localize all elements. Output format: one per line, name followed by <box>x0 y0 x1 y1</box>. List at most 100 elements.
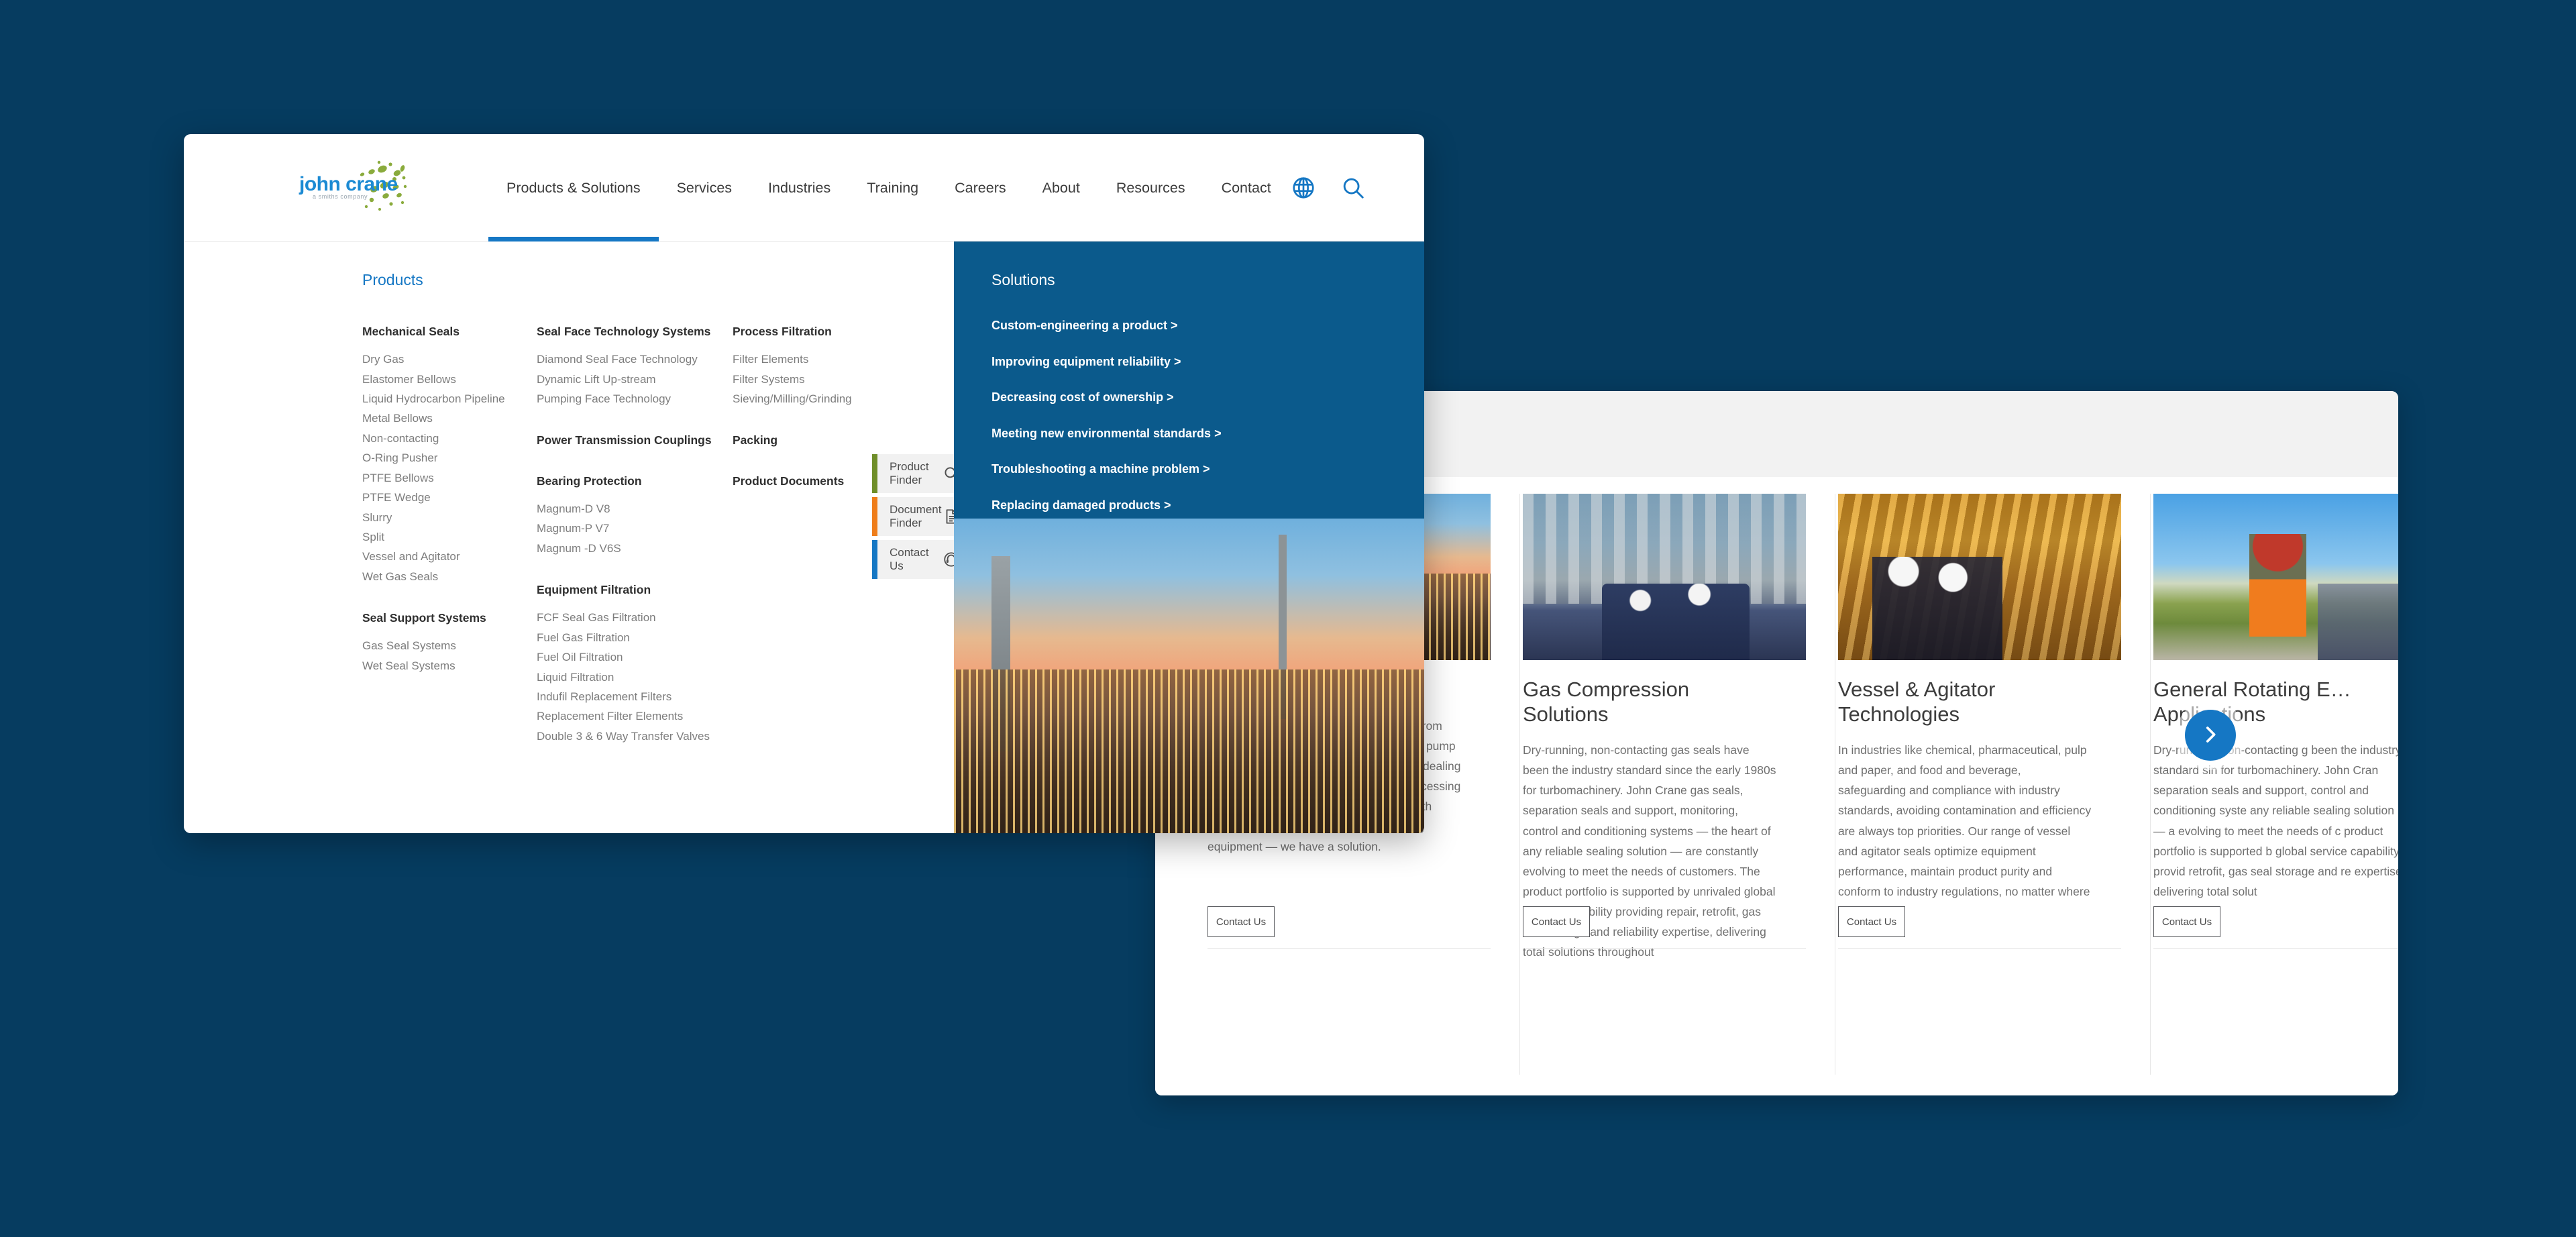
card-divider <box>1838 948 2121 949</box>
document-finder-label: Document Finder <box>890 503 943 530</box>
card-image <box>2153 494 2398 660</box>
nav-item-resources[interactable]: Resources <box>1098 134 1203 241</box>
product-finder-label: Product Finder <box>890 460 943 487</box>
product-link[interactable]: Elastomer Bellows <box>362 370 537 389</box>
nav-item-training[interactable]: Training <box>849 134 936 241</box>
site-header-card: john crane a smiths company Products & S… <box>184 134 1424 833</box>
product-link[interactable]: Dynamic Lift Up-stream <box>537 370 733 389</box>
nav-item-contact[interactable]: Contact <box>1203 134 1289 241</box>
card-title: Vessel & Agitator Technologies <box>1838 678 2092 727</box>
product-group: Process Filtration Filter Elements Filte… <box>733 323 867 409</box>
solution-card[interactable]: Gas Compression Solutions Dry-running, n… <box>1523 494 1835 1075</box>
product-link[interactable]: PTFE Wedge <box>362 488 537 507</box>
svg-text:john crane: john crane <box>299 173 398 195</box>
product-link[interactable]: Magnum -D V6S <box>537 539 733 558</box>
product-link[interactable]: Indufil Replacement Filters <box>537 687 733 706</box>
card-image <box>1523 494 1806 660</box>
products-section-label: Products <box>184 271 954 289</box>
card-description: Dry-running, non-contacting g been the i… <box>2153 740 2398 902</box>
site-header: john crane a smiths company Products & S… <box>184 134 1424 241</box>
flyout-products-pane: Products Mechanical Seals Dry Gas Elasto… <box>184 241 954 833</box>
product-group: Power Transmission Couplings <box>537 431 733 449</box>
product-group: Bearing Protection Magnum-D V8 Magnum-P … <box>537 472 733 558</box>
flyout-solutions-pane: Solutions Custom-engineering a product >… <box>954 241 1424 519</box>
product-link[interactable]: Fuel Gas Filtration <box>537 628 733 647</box>
product-group: Product Documents <box>733 472 867 490</box>
product-column: Process Filtration Filter Elements Filte… <box>733 323 867 769</box>
product-group: Equipment Filtration FCF Seal Gas Filtra… <box>537 581 733 746</box>
product-link[interactable]: Fuel Oil Filtration <box>537 647 733 667</box>
nav-item-about[interactable]: About <box>1024 134 1098 241</box>
nav-item-industries[interactable]: Industries <box>750 134 849 241</box>
product-link[interactable]: Filter Elements <box>733 349 867 369</box>
product-column: Mechanical Seals Dry Gas Elastomer Bello… <box>362 323 537 769</box>
chevron-right-icon <box>2199 723 2222 748</box>
product-link[interactable]: Pumping Face Technology <box>537 389 733 409</box>
product-link[interactable]: FCF Seal Gas Filtration <box>537 608 733 627</box>
product-link[interactable]: Double 3 & 6 Way Transfer Valves <box>537 727 733 746</box>
group-title: Equipment Filtration <box>537 581 733 598</box>
solution-link[interactable]: Replacing damaged products > <box>991 498 1424 513</box>
carousel-next-button[interactable] <box>2185 710 2236 761</box>
product-link[interactable]: Slurry <box>362 508 537 527</box>
solution-link[interactable]: Meeting new environmental standards > <box>991 427 1424 441</box>
product-link[interactable]: Diamond Seal Face Technology <box>537 349 733 369</box>
nav-item-products-solutions[interactable]: Products & Solutions <box>488 134 659 241</box>
product-link[interactable]: Metal Bellows <box>362 409 537 428</box>
group-title: Process Filtration <box>733 323 867 340</box>
header-icons <box>1289 174 1424 202</box>
product-group: Seal Support Systems Gas Seal Systems We… <box>362 609 537 676</box>
solution-card[interactable]: General Rotating E… Applications Dry-run… <box>2153 494 2398 1075</box>
group-title: Seal Support Systems <box>362 609 537 627</box>
product-group: Packing <box>733 431 867 449</box>
product-link[interactable]: PTFE Bellows <box>362 468 537 488</box>
card-divider <box>1523 948 1806 949</box>
product-link[interactable]: Magnum-D V8 <box>537 499 733 519</box>
main-nav: Products & Solutions Services Industries… <box>488 134 1289 241</box>
product-group: Seal Face Technology Systems Diamond Sea… <box>537 323 733 409</box>
nav-item-careers[interactable]: Careers <box>936 134 1024 241</box>
card-description: In industries like chemical, pharmaceuti… <box>1838 740 2092 922</box>
contact-us-button[interactable]: Contact Us <box>1523 906 1590 937</box>
globe-icon[interactable] <box>1289 174 1318 202</box>
product-link[interactable]: Liquid Filtration <box>537 667 733 687</box>
card-title: Gas Compression Solutions <box>1523 678 1776 727</box>
nav-item-services[interactable]: Services <box>659 134 750 241</box>
contact-us-button[interactable]: Contact Us <box>2153 906 2220 937</box>
product-link[interactable]: Wet Seal Systems <box>362 656 537 676</box>
group-title[interactable]: Packing <box>733 431 867 449</box>
solution-link[interactable]: Improving equipment reliability > <box>991 355 1424 370</box>
search-icon[interactable] <box>1339 174 1367 202</box>
product-link[interactable]: Wet Gas Seals <box>362 567 537 586</box>
solution-link[interactable]: Troubleshooting a machine problem > <box>991 462 1424 477</box>
product-link[interactable]: Non-contacting <box>362 429 537 448</box>
product-link[interactable]: Replacement Filter Elements <box>537 706 733 726</box>
product-link[interactable]: Vessel and Agitator <box>362 547 537 566</box>
solution-link[interactable]: Decreasing cost of ownership > <box>991 390 1424 405</box>
product-link[interactable]: Dry Gas <box>362 349 537 369</box>
product-group: Mechanical Seals Dry Gas Elastomer Bello… <box>362 323 537 586</box>
screen: s Solutions Pump Seals n-critical applic… <box>0 0 2576 1237</box>
product-link[interactable]: Filter Systems <box>733 370 867 389</box>
product-link[interactable]: Liquid Hydrocarbon Pipeline <box>362 389 537 409</box>
product-columns: Mechanical Seals Dry Gas Elastomer Bello… <box>184 323 954 769</box>
card-divider <box>2153 948 2398 949</box>
product-link[interactable]: O-Ring Pusher <box>362 448 537 468</box>
group-title: Mechanical Seals <box>362 323 537 340</box>
contact-us-button[interactable]: Contact Us <box>1838 906 1905 937</box>
solution-card[interactable]: Vessel & Agitator Technologies In indust… <box>1838 494 2151 1075</box>
product-link[interactable]: Gas Seal Systems <box>362 636 537 655</box>
product-link[interactable]: Split <box>362 527 537 547</box>
product-link[interactable]: Sieving/Milling/Grinding <box>733 389 867 409</box>
card-divider <box>1208 948 1491 949</box>
group-title: Bearing Protection <box>537 472 733 490</box>
solution-link[interactable]: Custom-engineering a product > <box>991 319 1424 333</box>
solutions-title: Solutions <box>991 271 1424 289</box>
group-title[interactable]: Product Documents <box>733 472 867 490</box>
group-title[interactable]: Power Transmission Couplings <box>537 431 733 449</box>
card-image <box>1838 494 2121 660</box>
product-link[interactable]: Magnum-P V7 <box>537 519 733 538</box>
products-flyout-menu: Products Mechanical Seals Dry Gas Elasto… <box>184 241 1424 833</box>
john-crane-logo[interactable]: john crane a smiths company <box>297 157 420 219</box>
contact-us-button[interactable]: Contact Us <box>1208 906 1275 937</box>
